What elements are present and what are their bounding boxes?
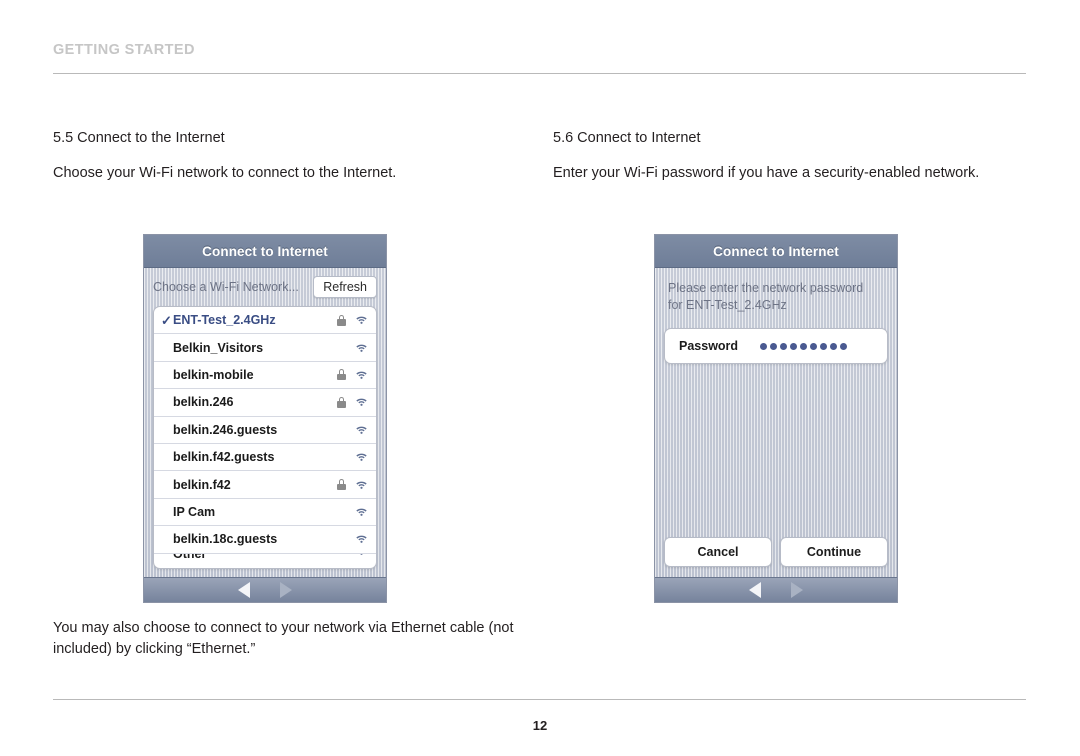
triangle-right-icon[interactable] bbox=[791, 582, 803, 598]
password-masked-value bbox=[760, 342, 848, 350]
wifi-row-icons bbox=[336, 479, 367, 491]
password-dot bbox=[800, 342, 808, 350]
password-actions: Cancel Continue bbox=[664, 537, 888, 567]
password-dot bbox=[840, 342, 848, 350]
password-field-label: Password bbox=[679, 339, 739, 353]
lock-icon bbox=[336, 369, 347, 381]
password-prompt-line2: for ENT-Test_2.4GHz bbox=[668, 298, 787, 312]
wifi-signal-icon bbox=[356, 425, 367, 435]
device-right-titlebar: Connect to Internet bbox=[655, 235, 897, 268]
wifi-network-name: belkin.246.guests bbox=[173, 422, 278, 437]
device-right-navbar bbox=[655, 577, 897, 602]
wifi-network-row[interactable]: belkin.246 bbox=[154, 389, 376, 417]
wifi-network-name: belkin.f42.guests bbox=[173, 450, 275, 465]
wifi-network-row[interactable]: belkin.246.guests bbox=[154, 417, 376, 444]
wifi-network-name: belkin.18c.guests bbox=[173, 532, 278, 547]
section-5-6: 5.6 Connect to Internet Enter your Wi-Fi… bbox=[553, 128, 1033, 183]
wifi-row-icons bbox=[336, 534, 367, 544]
ethernet-footnote: You may also choose to connect to your n… bbox=[53, 620, 514, 657]
section-5-6-title: 5.6 Connect to Internet bbox=[553, 130, 701, 146]
device-left-title: Connect to Internet bbox=[202, 243, 328, 259]
page-section-header: GETTING STARTED bbox=[53, 42, 195, 58]
footer-divider bbox=[53, 699, 1026, 700]
wifi-network-row[interactable]: Belkin_Visitors bbox=[154, 334, 376, 362]
wifi-row-icons bbox=[336, 369, 367, 381]
lock-icon bbox=[336, 396, 347, 408]
cancel-button[interactable]: Cancel bbox=[664, 537, 772, 567]
wifi-chooser-label: Choose a Wi-Fi Network... bbox=[153, 280, 299, 294]
wifi-row-icons bbox=[336, 425, 367, 435]
password-dot bbox=[780, 342, 788, 350]
lock-icon bbox=[336, 314, 347, 326]
password-dot bbox=[820, 342, 828, 350]
wifi-network-name: Belkin_Visitors bbox=[173, 340, 264, 355]
refresh-button[interactable]: Refresh bbox=[313, 276, 377, 298]
wifi-signal-icon bbox=[356, 452, 367, 462]
wifi-row-icons bbox=[336, 507, 367, 517]
triangle-right-icon[interactable] bbox=[280, 582, 292, 598]
wifi-network-name: ENT-Test_2.4GHz bbox=[173, 313, 276, 328]
wifi-network-row[interactable]: IP Cam bbox=[154, 499, 376, 527]
wifi-chooser-bar: Choose a Wi-Fi Network... Refresh bbox=[144, 268, 386, 298]
password-dot bbox=[760, 342, 768, 350]
wifi-signal-icon bbox=[356, 370, 367, 380]
wifi-signal-icon bbox=[356, 315, 367, 325]
wifi-signal-icon bbox=[356, 397, 367, 407]
wifi-signal-icon bbox=[356, 480, 367, 490]
section-5-5: 5.5 Connect to the Internet Choose your … bbox=[53, 128, 523, 183]
password-field[interactable]: Password bbox=[664, 328, 888, 364]
wifi-network-row[interactable]: belkin.f42.guests bbox=[154, 444, 376, 472]
wifi-network-list[interactable]: ✓ ENT-Test_2.4GHz Belkin_Visitors belkin-mo… bbox=[153, 306, 377, 569]
page-number: 12 bbox=[532, 718, 548, 733]
wifi-network-name: belkin.246 bbox=[173, 395, 234, 410]
section-5-6-body: Enter your Wi-Fi password if you have a … bbox=[553, 165, 980, 181]
wifi-network-name: Other bbox=[173, 553, 207, 561]
wifi-signal-icon bbox=[356, 534, 367, 544]
password-prompt: Please enter the network password for EN… bbox=[655, 268, 897, 314]
wifi-network-name: IP Cam bbox=[173, 504, 216, 519]
wifi-signal-icon bbox=[356, 553, 367, 556]
checkmark-icon: ✓ bbox=[161, 312, 172, 328]
triangle-left-icon[interactable] bbox=[749, 582, 761, 598]
wifi-signal-icon bbox=[356, 507, 367, 517]
device-right-body: Please enter the network password for EN… bbox=[655, 268, 897, 577]
wifi-network-row[interactable]: belkin.18c.guests bbox=[154, 526, 376, 554]
device-left-body: Choose a Wi-Fi Network... Refresh ✓ ENT-T… bbox=[144, 268, 386, 577]
device-right-title: Connect to Internet bbox=[713, 243, 839, 259]
wifi-row-icons bbox=[336, 553, 367, 556]
password-prompt-line1: Please enter the network password bbox=[668, 281, 864, 295]
password-dot bbox=[810, 342, 818, 350]
wifi-network-name: belkin.f42 bbox=[173, 477, 231, 492]
wifi-row-icons bbox=[336, 452, 367, 462]
password-dot bbox=[770, 342, 778, 350]
wifi-network-row[interactable]: belkin-mobile bbox=[154, 362, 376, 390]
device-left-navbar bbox=[144, 577, 386, 602]
section-5-5-body: Choose your Wi-Fi network to connect to … bbox=[53, 165, 397, 181]
lock-icon bbox=[336, 479, 347, 491]
wifi-row-icons bbox=[336, 314, 367, 326]
device-left-titlebar: Connect to Internet bbox=[144, 235, 386, 268]
wifi-network-row[interactable]: belkin.f42 bbox=[154, 471, 376, 499]
wifi-signal-icon bbox=[356, 343, 367, 353]
device-screenshot-password: Connect to Internet Please enter the net… bbox=[654, 234, 898, 603]
wifi-network-row[interactable]: Other bbox=[154, 553, 376, 568]
password-dot bbox=[790, 342, 798, 350]
continue-button[interactable]: Continue bbox=[780, 537, 888, 567]
triangle-left-icon[interactable] bbox=[238, 582, 250, 598]
device-screenshot-network-list: Connect to Internet Choose a Wi-Fi Netwo… bbox=[143, 234, 387, 603]
wifi-network-row[interactable]: ✓ ENT-Test_2.4GHz bbox=[154, 307, 376, 335]
header-divider bbox=[53, 73, 1026, 74]
wifi-network-name: belkin-mobile bbox=[173, 367, 254, 382]
password-dot bbox=[830, 342, 838, 350]
wifi-row-icons bbox=[336, 396, 367, 408]
section-5-5-title: 5.5 Connect to the Internet bbox=[53, 130, 225, 146]
wifi-row-icons bbox=[336, 343, 367, 353]
